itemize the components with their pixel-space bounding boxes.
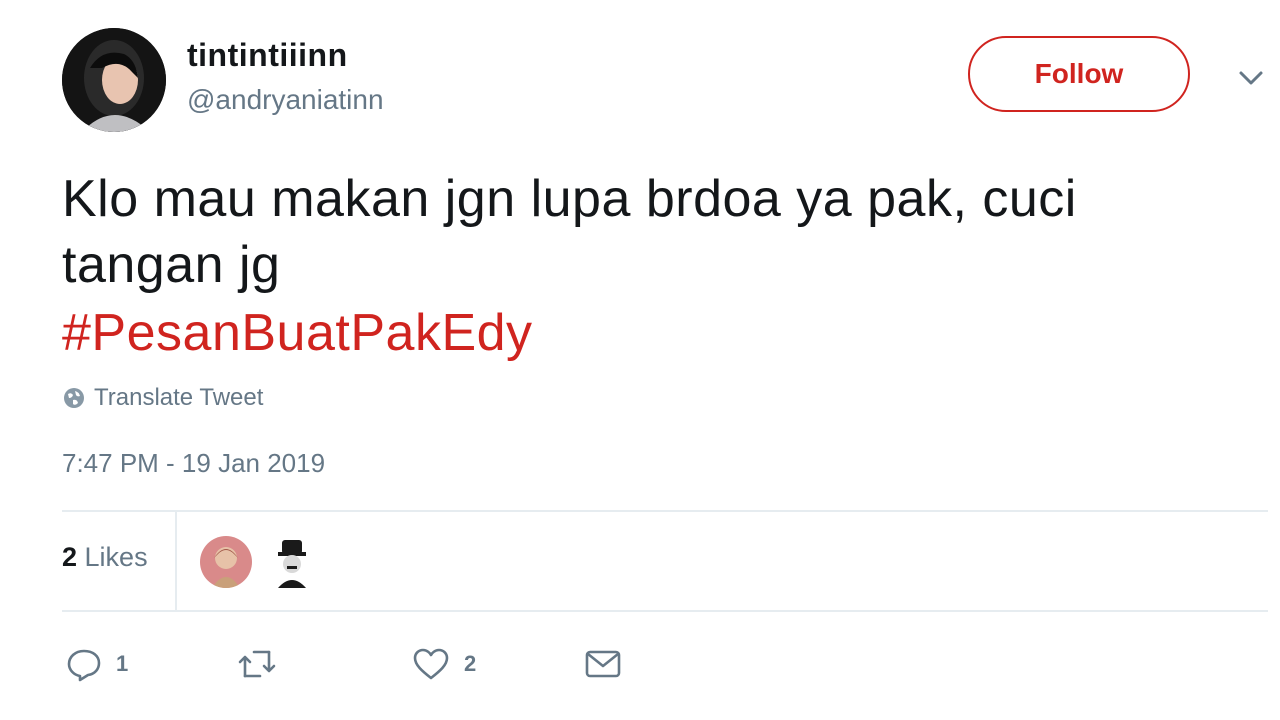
retweet-icon [238,650,276,678]
reply-icon [67,649,101,682]
user-avatar[interactable] [62,28,166,132]
likes-section: 2 Likes [62,512,1268,610]
globe-icon [64,388,84,408]
divider-bottom [62,610,1268,612]
liker-avatar[interactable] [200,536,252,588]
reply-count: 1 [116,651,129,676]
hashtag-link[interactable]: #PesanBuatPakEdy [62,300,533,366]
retweet-button[interactable] [236,640,278,688]
heart-icon [413,648,449,680]
likes-label: Likes [77,542,148,572]
likes-divider [175,512,177,610]
action-bar: 1 2 [62,640,762,688]
like-button[interactable]: 2 [412,640,476,688]
display-name[interactable]: tintintiiinn [187,37,348,74]
reply-button[interactable]: 1 [66,640,128,688]
direct-message-button[interactable] [584,640,622,688]
tweet-text: Klo mau makan jgn lupa brdoa ya pak, cuc… [62,170,1077,294]
likes-count[interactable]: 2 Likes [62,542,148,573]
tweet-card: tintintiiinn @andryaniatinn Follow Klo m… [0,0,1280,720]
chevron-down-icon[interactable] [1236,66,1266,90]
likes-number: 2 [62,542,78,572]
translate-tweet-link[interactable]: Translate Tweet [62,380,263,416]
liker-avatar[interactable] [268,536,320,588]
like-count: 2 [464,651,477,676]
user-handle[interactable]: @andryaniatinn [187,84,384,116]
translate-label: Translate Tweet [94,384,264,411]
tweet-timestamp[interactable]: 7:47 PM - 19 Jan 2019 [62,448,325,479]
envelope-icon [585,650,621,678]
follow-button[interactable]: Follow [968,36,1190,112]
